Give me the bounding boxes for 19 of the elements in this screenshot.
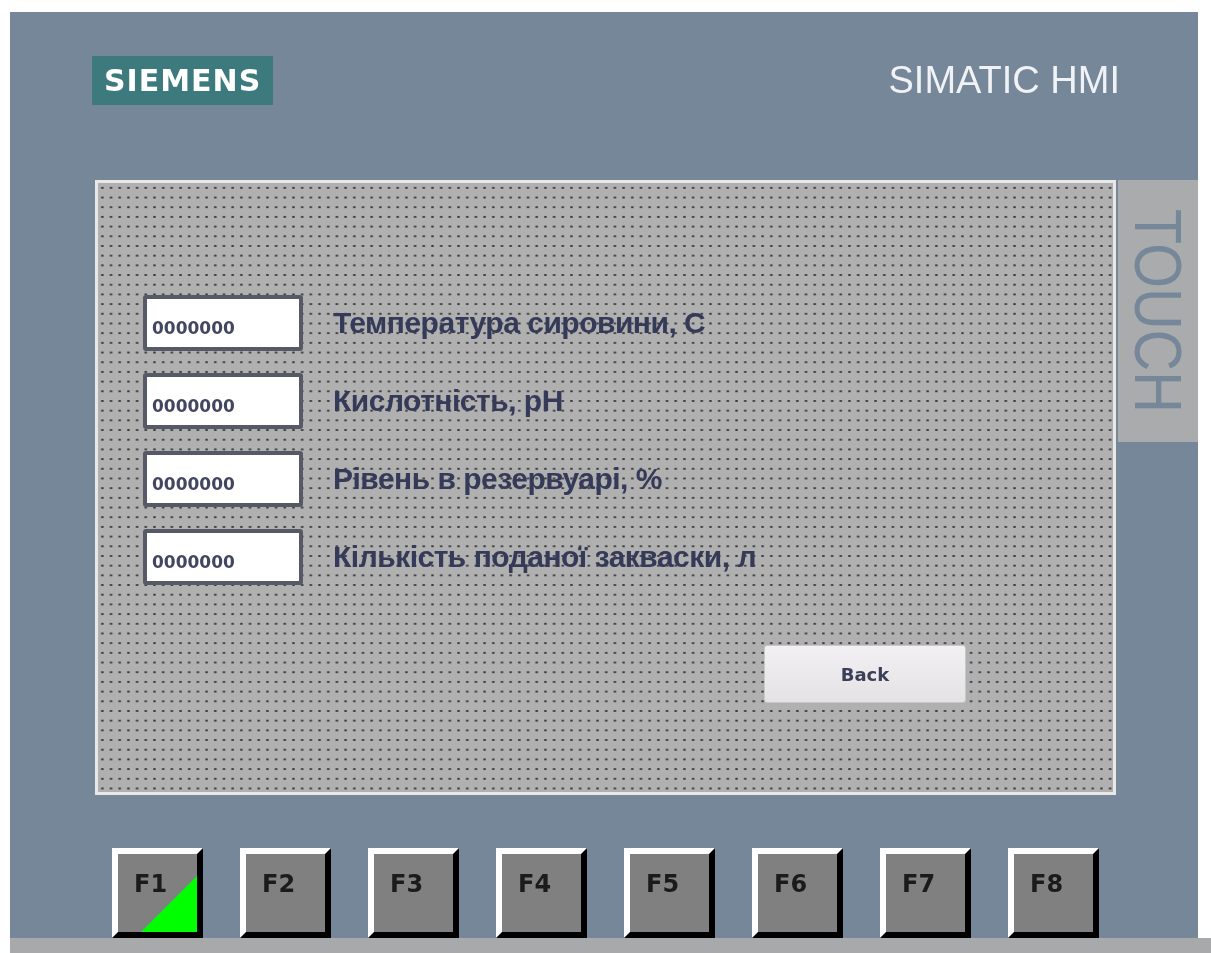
field-label: Кількість поданої закваски, л <box>333 540 756 574</box>
function-key[interactable]: F8 <box>1008 848 1099 938</box>
function-key[interactable]: F5 <box>624 848 715 938</box>
field-label: Кислотність, pH <box>333 384 563 418</box>
input-field[interactable]: 0000000 <box>143 373 303 429</box>
function-key[interactable]: F1 <box>112 848 203 938</box>
model-label: SIMATIC HMI <box>888 58 1120 102</box>
field-label: Рівень в резервуарі, % <box>333 462 662 496</box>
back-button[interactable]: Back <box>764 645 966 703</box>
field-label: Температура сировини, С <box>333 306 706 340</box>
function-key[interactable]: F4 <box>496 848 587 938</box>
input-field[interactable]: 0000000 <box>143 451 303 507</box>
brand-logo: SIEMENS <box>92 55 274 105</box>
function-key[interactable]: F6 <box>752 848 843 938</box>
input-field[interactable]: 0000000 <box>143 295 303 351</box>
function-key[interactable]: F2 <box>240 848 331 938</box>
function-key[interactable]: F3 <box>368 848 459 938</box>
input-field[interactable]: 0000000 <box>143 529 303 585</box>
function-key[interactable]: F7 <box>880 848 971 938</box>
